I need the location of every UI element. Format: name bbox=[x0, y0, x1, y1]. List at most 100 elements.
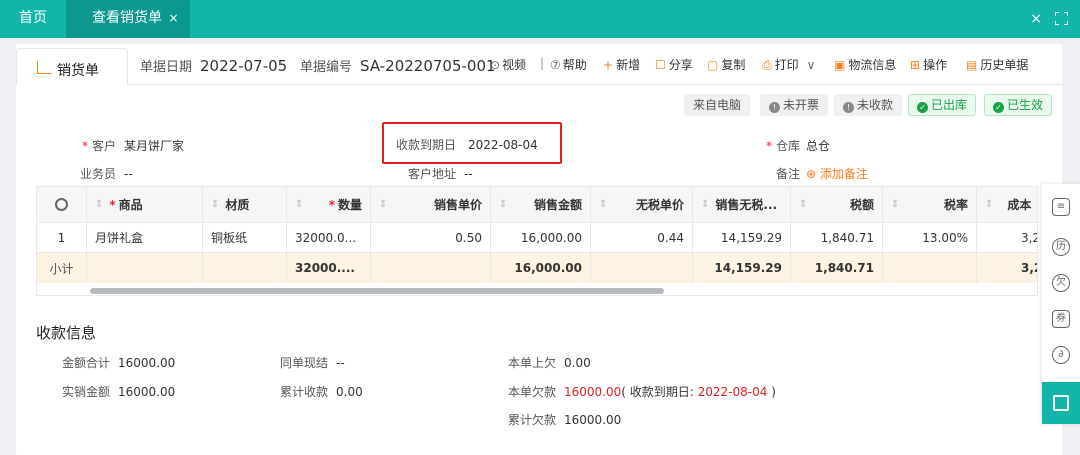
doc-tab-sales-order[interactable]: 销货单 bbox=[16, 48, 128, 85]
add-remark-label: 添加备注 bbox=[819, 167, 868, 181]
scrollbar-thumb[interactable] bbox=[90, 288, 664, 294]
document-edit-icon[interactable]: ≡ bbox=[1052, 198, 1070, 216]
logistics-button[interactable]: ▣ 物流信息 bbox=[834, 56, 896, 73]
header-unit-price[interactable]: ⇕ 销售单价 bbox=[371, 187, 491, 222]
customer-field[interactable]: * 客户 某月饼厂家 bbox=[82, 137, 184, 154]
payment-owe-note-end: ) bbox=[767, 385, 776, 399]
add-label: 新增 bbox=[616, 58, 641, 72]
copy-label: 复制 bbox=[721, 58, 746, 72]
payment-cash-label: 同单现结 bbox=[280, 356, 329, 370]
payment-actual: 实销金额 16000.00 bbox=[62, 383, 175, 400]
header-tax[interactable]: ⇕ 税额 bbox=[791, 187, 883, 222]
badge-out-label: 已出库 bbox=[931, 98, 968, 112]
doc-date-value: 2022-07-05 bbox=[200, 57, 288, 75]
share-icon: ☐ bbox=[655, 58, 666, 72]
share-button[interactable]: ☐ 分享 bbox=[655, 56, 693, 73]
help-label: 帮助 bbox=[562, 58, 587, 72]
cell-unit-price: 0.50 bbox=[371, 223, 491, 252]
tab-view-sales-order[interactable]: 查看销货单 × bbox=[66, 0, 190, 38]
payment-cash: 同单现结 -- bbox=[280, 354, 345, 371]
warehouse-field[interactable]: * 仓库 总仓 bbox=[766, 137, 830, 154]
tab-label: 查看销货单 bbox=[92, 10, 162, 26]
add-remark-button[interactable]: ⊕ 添加备注 bbox=[806, 167, 868, 181]
header-notax-price[interactable]: ⇕ 无税单价 bbox=[591, 187, 693, 222]
subtotal-notax-amount: 14,159.29 bbox=[693, 253, 791, 283]
subtotal-label: 小计 bbox=[37, 253, 87, 283]
exclamation-icon: ! bbox=[843, 102, 854, 113]
doc-date-label: 单据日期 bbox=[140, 60, 193, 75]
history-icon[interactable]: 历 bbox=[1052, 238, 1070, 256]
header-notax-amount[interactable]: ⇕ 销售无税... bbox=[693, 187, 791, 222]
header-material[interactable]: ⇕ 材质 bbox=[203, 187, 287, 222]
header-label: 成本 bbox=[1007, 198, 1032, 212]
video-label: 视频 bbox=[502, 58, 527, 72]
payment-cumulative-owe-label: 累计欠款 bbox=[508, 413, 557, 427]
toolbar-separator: | bbox=[540, 56, 545, 70]
table-row[interactable]: 1 月饼礼盒 铜板纸 32000.0... 0.50 16,000.00 0.4… bbox=[37, 223, 1037, 253]
operate-label: 操作 bbox=[923, 58, 948, 72]
address-field[interactable]: 客户地址 -- bbox=[408, 165, 473, 182]
sort-icon: ⇕ bbox=[891, 199, 900, 210]
sort-icon: ⇕ bbox=[211, 199, 220, 210]
fullscreen-icon[interactable] bbox=[1055, 12, 1068, 25]
copy-button[interactable]: ▢ 复制 bbox=[707, 56, 745, 73]
history-button[interactable]: ▤ 历史单据 bbox=[966, 56, 1028, 73]
payment-total: 金额合计 16000.00 bbox=[62, 354, 175, 371]
address-value: -- bbox=[464, 167, 473, 181]
plus-icon: + bbox=[603, 58, 614, 72]
salesperson-label: 业务员 bbox=[80, 167, 117, 181]
doc-tab-label: 销货单 bbox=[57, 63, 99, 79]
video-button[interactable]: ⊙ 视频 bbox=[490, 56, 526, 73]
operate-button[interactable]: ⊞ 操作 bbox=[910, 56, 947, 73]
doc-number-label: 单据编号 bbox=[300, 60, 353, 75]
doc-number: 单据编号 SA-20220705-001 bbox=[300, 56, 496, 75]
window-close-icon[interactable]: × bbox=[1030, 0, 1042, 38]
payment-cumulative: 累计收款 0.00 bbox=[280, 383, 363, 400]
header-product[interactable]: ⇕ * 商品 bbox=[87, 187, 203, 222]
attachment-icon[interactable]: ∂ bbox=[1052, 346, 1070, 364]
chevron-down-icon[interactable]: ∨ bbox=[807, 58, 816, 72]
header-tax-rate[interactable]: ⇕ 税率 bbox=[883, 187, 977, 222]
remark-label: 备注 bbox=[776, 167, 801, 181]
payment-cumulative-label: 累计收款 bbox=[280, 385, 329, 399]
subtotal-row: 小计 32000.... 16,000.00 14,159.29 1,840.7… bbox=[37, 253, 1037, 283]
expand-button[interactable] bbox=[1042, 382, 1080, 424]
add-button[interactable]: + 新增 bbox=[603, 56, 640, 73]
subtotal-cost: 3,2 bbox=[1021, 261, 1037, 275]
table-horizontal-scrollbar[interactable] bbox=[36, 286, 1038, 296]
sort-icon: ⇕ bbox=[295, 199, 304, 210]
print-button[interactable]: ⎙ 打印 ∨ bbox=[762, 56, 815, 73]
cell-tax-rate: 13.00% bbox=[883, 223, 977, 252]
salesperson-field[interactable]: 业务员 -- bbox=[80, 165, 133, 182]
header-divider bbox=[128, 84, 1062, 85]
share-label: 分享 bbox=[668, 58, 693, 72]
subtotal-empty bbox=[203, 253, 287, 283]
customer-label: 客户 bbox=[92, 139, 117, 153]
header-label: 数量 bbox=[337, 198, 362, 212]
header-label: 销售无税... bbox=[715, 198, 778, 212]
column-settings[interactable] bbox=[37, 187, 87, 222]
highlight-box bbox=[382, 122, 562, 164]
coupon-icon[interactable]: 券 bbox=[1052, 310, 1070, 328]
sort-icon: ⇕ bbox=[379, 199, 388, 210]
payment-previous-owe-label: 本单上欠 bbox=[508, 356, 557, 370]
check-icon: ✓ bbox=[993, 102, 1004, 113]
cell-cost: 3,2 bbox=[1021, 230, 1037, 245]
payment-total-value: 16000.00 bbox=[118, 356, 176, 370]
header-quantity[interactable]: ⇕ * 数量 bbox=[287, 187, 371, 222]
header-label: 销售单价 bbox=[433, 198, 482, 212]
payment-cumulative-value: 0.00 bbox=[336, 385, 363, 399]
sort-icon: ⇕ bbox=[799, 199, 808, 210]
logistics-icon: ▣ bbox=[834, 58, 846, 72]
subtotal-empty bbox=[87, 253, 203, 283]
payment-previous-owe-value: 0.00 bbox=[564, 356, 591, 370]
print-label: 打印 bbox=[774, 58, 799, 72]
header-amount[interactable]: ⇕ 销售金额 bbox=[491, 187, 591, 222]
play-icon: ⊙ bbox=[490, 58, 501, 72]
tab-home[interactable]: 首页 bbox=[0, 0, 66, 38]
logistics-label: 物流信息 bbox=[848, 58, 897, 72]
header-cost[interactable]: ⇕ 成本 bbox=[977, 187, 1037, 222]
help-button[interactable]: ⑦ 帮助 bbox=[550, 56, 587, 73]
tab-close-icon[interactable]: × bbox=[168, 11, 178, 25]
owe-icon[interactable]: 欠 bbox=[1052, 274, 1070, 292]
